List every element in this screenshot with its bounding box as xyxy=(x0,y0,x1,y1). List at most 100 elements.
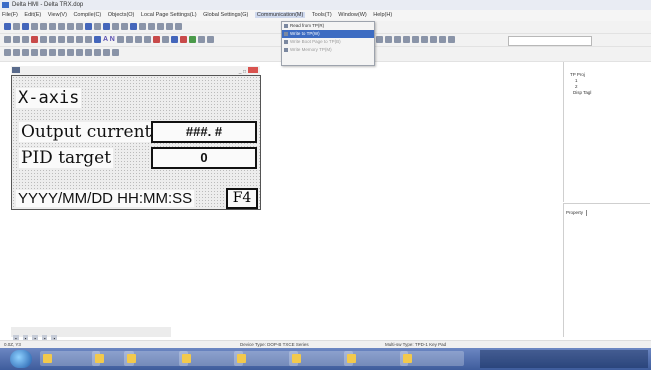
polyline-tool-icon[interactable] xyxy=(76,49,83,56)
redo-icon[interactable] xyxy=(76,23,83,30)
undo-icon[interactable] xyxy=(67,23,74,30)
align-icon[interactable] xyxy=(148,23,155,30)
datetime-display[interactable]: YYYY/MM/DD HH:MM:SS xyxy=(16,190,195,207)
taskbar-item-active-app[interactable] xyxy=(400,351,464,366)
download-icon[interactable] xyxy=(94,23,101,30)
polygon-tool-icon[interactable] xyxy=(67,49,74,56)
menu-global-settings[interactable]: Global Settings(G) xyxy=(203,12,248,18)
new-file-icon[interactable] xyxy=(4,23,11,30)
menu-item-read-from-tp[interactable]: Read from TP(R) xyxy=(282,22,374,30)
line-style-icon[interactable] xyxy=(103,49,110,56)
align-right-icon[interactable] xyxy=(421,36,428,43)
text-tool-icon[interactable]: A N xyxy=(103,36,115,45)
sample-tool-icon[interactable] xyxy=(161,36,169,43)
italic-icon[interactable] xyxy=(385,36,392,43)
picture-tool-icon[interactable] xyxy=(170,36,178,43)
font-icon[interactable] xyxy=(448,36,455,43)
menu-edit[interactable]: Edit(E) xyxy=(24,12,41,18)
layer-icon[interactable] xyxy=(157,23,164,30)
save-icon[interactable] xyxy=(22,23,29,30)
group-icon[interactable] xyxy=(166,23,173,30)
grid-icon[interactable] xyxy=(139,23,146,30)
trend-tool-icon[interactable] xyxy=(58,36,65,43)
scale-tool-icon[interactable] xyxy=(94,49,101,56)
menu-item-write-to-tp[interactable]: Write to TP(W) xyxy=(282,30,374,38)
f4-key-button[interactable]: F4 xyxy=(226,188,258,209)
ellipse-tool-icon[interactable] xyxy=(58,49,65,56)
menu-view[interactable]: View(V) xyxy=(48,12,67,18)
fill-color-icon[interactable] xyxy=(439,36,446,43)
keypad-tool-icon[interactable] xyxy=(125,36,133,43)
taskbar-item-browser[interactable] xyxy=(40,351,100,366)
compile-icon[interactable] xyxy=(85,23,92,30)
record-tool-icon[interactable] xyxy=(179,36,187,43)
font-select-field[interactable] xyxy=(508,36,592,46)
taskbar-item-delta-hmi[interactable] xyxy=(344,351,408,366)
upload-icon[interactable] xyxy=(103,23,110,30)
open-icon[interactable] xyxy=(13,23,20,30)
ungroup-icon[interactable] xyxy=(175,23,182,30)
dash-style-icon[interactable] xyxy=(112,49,119,56)
zoom-in-icon[interactable] xyxy=(112,23,119,30)
bold-icon[interactable] xyxy=(376,36,383,43)
project-tree-pane: TP Proj 1 2 Disp Tagl xyxy=(563,62,650,202)
recipe-tool-icon[interactable] xyxy=(152,36,160,43)
bar-tool-icon[interactable] xyxy=(40,36,47,43)
switch-tool-icon[interactable] xyxy=(13,36,20,43)
video-tool-icon[interactable] xyxy=(197,36,205,43)
output-current-label[interactable]: Output current xyxy=(19,122,154,142)
filled-rect-icon[interactable] xyxy=(22,49,29,56)
rect-tool-icon[interactable] xyxy=(13,49,20,56)
menu-help[interactable]: Help(H) xyxy=(373,12,392,18)
alarm-tool-icon[interactable] xyxy=(85,36,92,43)
pointer-tool-icon[interactable] xyxy=(94,36,101,43)
xy-tool-icon[interactable] xyxy=(76,36,83,43)
underline-icon[interactable] xyxy=(394,36,401,43)
pid-target-label[interactable]: PID target xyxy=(19,148,114,168)
menu-file[interactable]: File(F) xyxy=(2,12,18,18)
print-icon[interactable] xyxy=(31,23,38,30)
animation-tool-icon[interactable] xyxy=(188,36,196,43)
pipe-tool-icon[interactable] xyxy=(49,36,56,43)
pid-target-value[interactable]: 0 xyxy=(151,147,257,169)
rounded-rect-icon[interactable] xyxy=(31,49,38,56)
simulate-icon[interactable] xyxy=(130,23,137,30)
pie-tool-icon[interactable] xyxy=(85,49,92,56)
font-color-icon[interactable] xyxy=(430,36,437,43)
align-left-icon[interactable] xyxy=(403,36,410,43)
menu-communication[interactable]: Communication(M) xyxy=(254,12,306,18)
tree-item-disp-tag[interactable]: Disp Tagl xyxy=(570,90,591,96)
menu-tools[interactable]: Tools(T) xyxy=(312,12,332,18)
menu-compile[interactable]: Compile(C) xyxy=(73,12,101,18)
ledger-tool-icon[interactable] xyxy=(206,36,214,43)
chart-tool-icon[interactable] xyxy=(67,36,74,43)
cut-icon[interactable] xyxy=(40,23,47,30)
paste-icon[interactable] xyxy=(58,23,65,30)
circle-tool-icon[interactable] xyxy=(40,49,47,56)
meter-tool-icon[interactable] xyxy=(31,36,38,43)
start-button[interactable] xyxy=(10,350,32,368)
lamp-tool-icon[interactable] xyxy=(22,36,29,43)
hmi-screen-canvas[interactable]: X-axis Output current ###. # PID target … xyxy=(11,75,261,210)
screen-window-controls: _ □ xyxy=(239,67,258,75)
time-tool-icon[interactable] xyxy=(143,36,151,43)
align-center-icon[interactable] xyxy=(412,36,419,43)
menu-item-write-boot-page[interactable]: Write Boot Page to TP(B) xyxy=(282,38,374,46)
copy-icon[interactable] xyxy=(49,23,56,30)
output-current-value[interactable]: ###. # xyxy=(151,121,257,143)
communication-menu: Read from TP(R) Write to TP(W) Write Boo… xyxy=(281,21,375,66)
menu-window[interactable]: Window(W) xyxy=(338,12,366,18)
screen-close-icon[interactable] xyxy=(248,67,258,73)
numeric-tool-icon[interactable] xyxy=(116,36,124,43)
line-tool-icon[interactable] xyxy=(4,49,11,56)
menu-item-write-memory[interactable]: Write Memory TP(M) xyxy=(282,46,374,54)
arc-tool-icon[interactable] xyxy=(49,49,56,56)
date-tool-icon[interactable] xyxy=(134,36,142,43)
zoom-out-icon[interactable] xyxy=(121,23,128,30)
menu-objects[interactable]: Objects(O) xyxy=(108,12,135,18)
property-title: Property xyxy=(566,210,584,216)
button-tool-icon[interactable] xyxy=(4,36,11,43)
screen-title[interactable]: X-axis xyxy=(16,88,82,108)
format-tools xyxy=(376,36,455,45)
menu-local-page-settings[interactable]: Local Page Settings(L) xyxy=(141,12,197,18)
